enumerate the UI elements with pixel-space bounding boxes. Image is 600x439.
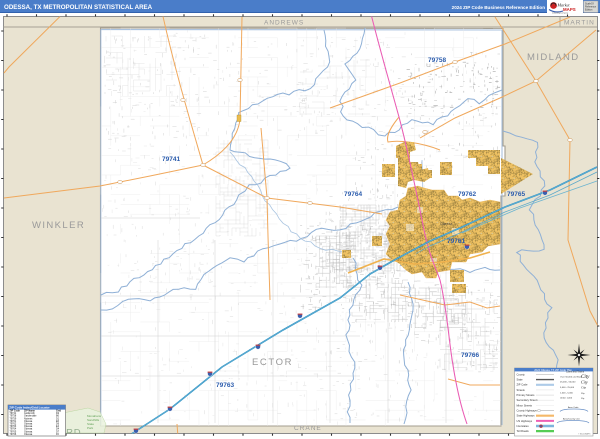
svg-text:5,000 - 25,000: 5,000 - 25,000 [560, 387, 575, 389]
svg-text:ODESSA, TX METROPOLITAN STATIS: ODESSA, TX METROPOLITAN STATISTICAL AREA [4, 4, 153, 11]
svg-text:© MarketMAPS: © MarketMAPS [578, 433, 591, 436]
svg-text:Secondary Streets: Secondary Streets [517, 398, 539, 402]
svg-text:MIDLAND: MIDLAND [527, 52, 580, 63]
svg-text:Cities and Towns: Cities and Towns [566, 371, 585, 374]
svg-text:1,000 - 5,000: 1,000 - 5,000 [560, 392, 574, 394]
svg-text:Minor Streets: Minor Streets [517, 403, 533, 407]
svg-text:2024 ZIP Code Business Referen: 2024 ZIP Code Business Reference Edition [452, 5, 546, 10]
svg-text:Odessa: Odessa [440, 222, 452, 226]
svg-text:County Highways: County Highways [517, 408, 538, 412]
svg-text:79763: 79763 [216, 382, 234, 389]
svg-text:79758: 79758 [428, 57, 446, 64]
svg-text:City: City [581, 392, 585, 395]
svg-text:ZIP Code: ZIP Code [517, 383, 528, 387]
svg-text:79761: 79761 [447, 238, 465, 245]
svg-text:Area/County Line: Area/County Line [563, 418, 581, 421]
svg-text:79766: 79766 [461, 352, 479, 359]
svg-text:Over 50,000 and State: Over 50,000 and State [560, 375, 583, 378]
svg-text:Area Code: Area Code [568, 406, 579, 409]
svg-text:City: City [581, 379, 588, 384]
svg-text:City: City [581, 386, 587, 390]
svg-text:Streets: Streets [517, 388, 526, 392]
svg-text:State: State [517, 378, 524, 382]
svg-text:79766: 79766 [10, 433, 17, 436]
svg-text:ANDREWS: ANDREWS [264, 20, 304, 27]
svg-text:Toll Roads: Toll Roads [517, 429, 530, 433]
svg-text:WINKLER: WINKLER [32, 220, 85, 231]
svg-text:City: City [581, 397, 584, 400]
svg-text:Interstates: Interstates [517, 424, 530, 428]
svg-text:79762: 79762 [458, 191, 476, 198]
svg-text:Edition: Edition [585, 9, 593, 12]
svg-text:Primary Streets: Primary Streets [517, 393, 536, 397]
svg-text:US Highways: US Highways [517, 419, 533, 423]
svg-text:MARTIN: MARTIN [564, 20, 595, 27]
svg-text:Under 1,000: Under 1,000 [560, 397, 573, 400]
svg-text:79765: 79765 [507, 191, 525, 198]
svg-text:ECTOR: ECTOR [252, 357, 293, 368]
svg-text:CRANE: CRANE [294, 425, 322, 432]
svg-text:State Highways: State Highways [517, 414, 536, 418]
svg-text:79741: 79741 [162, 156, 180, 163]
svg-text:25,000 - 50,000: 25,000 - 50,000 [560, 382, 576, 384]
svg-text:Odessa: Odessa [24, 433, 33, 436]
svg-text:Park: Park [87, 426, 94, 430]
svg-text:79764: 79764 [344, 191, 362, 198]
svg-text:County: County [517, 372, 526, 376]
svg-text:DallasMapCompany: DallasMapCompany [552, 13, 568, 15]
svg-text:MAPS: MAPS [563, 7, 576, 12]
